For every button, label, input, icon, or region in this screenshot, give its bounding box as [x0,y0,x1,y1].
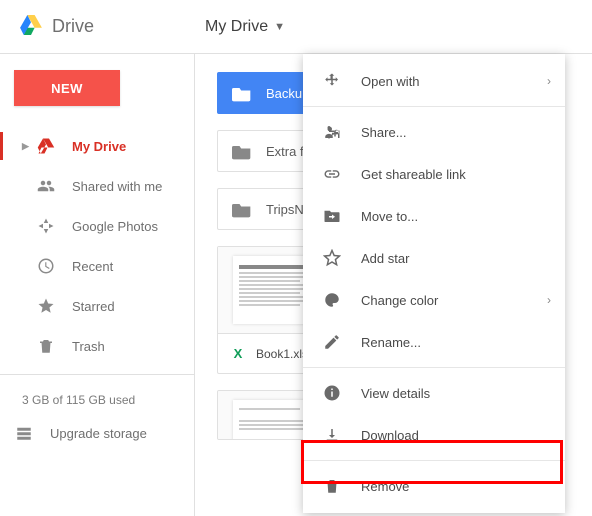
menu-label: Change color [361,293,438,308]
folder-icon [232,84,252,102]
dropdown-arrow-icon: ▼ [274,21,285,33]
nav-label: Shared with me [72,179,162,194]
menu-item-download[interactable]: Download [303,414,565,456]
storage-icon [14,424,34,442]
sidebar-item-recent[interactable]: Recent [0,246,194,286]
menu-item-view-details[interactable]: View details [303,372,565,414]
shared-icon [36,177,56,195]
app-name: Drive [52,16,94,37]
context-menu: Open with › Share... Get shareable link … [303,54,565,513]
sidebar-item-shared[interactable]: Shared with me [0,166,194,206]
nav-label: Recent [72,259,113,274]
rename-icon [321,333,343,351]
palette-icon [321,291,343,309]
drive-logo-icon [20,15,42,38]
menu-label: Share... [361,125,407,140]
star-icon [321,249,343,267]
share-icon [321,123,343,141]
nav-label: Starred [72,299,115,314]
nav-label: Google Photos [72,219,158,234]
sidebar-item-upgrade[interactable]: Upgrade storage [0,413,194,453]
open-with-icon [321,72,343,90]
move-to-icon [321,207,343,225]
menu-item-add-star[interactable]: Add star [303,237,565,279]
new-button[interactable]: NEW [14,70,120,106]
chevron-right-icon: › [547,293,551,307]
link-icon [321,165,343,183]
menu-divider [303,106,565,107]
menu-item-change-color[interactable]: Change color › [303,279,565,321]
menu-item-shareable-link[interactable]: Get shareable link [303,153,565,195]
star-icon [36,297,56,315]
folder-icon [232,142,252,160]
divider [0,374,194,375]
sidebar-item-photos[interactable]: Google Photos [0,206,194,246]
breadcrumb[interactable]: My Drive ▼ [205,18,285,36]
folder-label: Extra f [266,144,304,159]
menu-label: Rename... [361,335,421,350]
menu-label: Open with [361,74,420,89]
menu-label: Add star [361,251,409,266]
header: Drive My Drive ▼ [0,0,592,54]
menu-label: Remove [361,479,409,494]
menu-item-open-with[interactable]: Open with › [303,60,565,102]
xls-icon: X [230,346,246,362]
nav-label: My Drive [72,139,126,154]
menu-item-rename[interactable]: Rename... [303,321,565,363]
menu-label: Move to... [361,209,418,224]
breadcrumb-label: My Drive [205,18,268,36]
menu-label: Download [361,428,419,443]
main-content: Backup Blog Extra f TripsN [195,54,592,516]
drive-icon [36,137,56,155]
storage-usage-text: 3 GB of 115 GB used [0,383,194,413]
trash-icon [36,337,56,355]
sidebar-item-my-drive[interactable]: ▶ My Drive [0,126,194,166]
sidebar-item-starred[interactable]: Starred [0,286,194,326]
logo-area[interactable]: Drive [20,15,205,38]
menu-label: Get shareable link [361,167,466,182]
file-name: Book1.xls [256,347,308,361]
menu-divider [303,460,565,461]
chevron-right-icon: › [547,74,551,88]
nav-label: Trash [72,339,105,354]
caret-right-icon: ▶ [22,141,30,152]
trash-icon [321,477,343,495]
download-icon [321,426,343,444]
info-icon [321,384,343,402]
folder-label: TripsN [266,202,304,217]
nav-label: Upgrade storage [50,426,147,441]
menu-item-share[interactable]: Share... [303,111,565,153]
menu-divider [303,367,565,368]
menu-item-move-to[interactable]: Move to... [303,195,565,237]
clock-icon [36,257,56,275]
sidebar-item-trash[interactable]: Trash [0,326,194,366]
folder-icon [232,200,252,218]
menu-label: View details [361,386,430,401]
sidebar: NEW ▶ My Drive Shared with me Google Pho… [0,54,195,516]
photos-icon [36,217,56,235]
menu-item-remove[interactable]: Remove [303,465,565,507]
